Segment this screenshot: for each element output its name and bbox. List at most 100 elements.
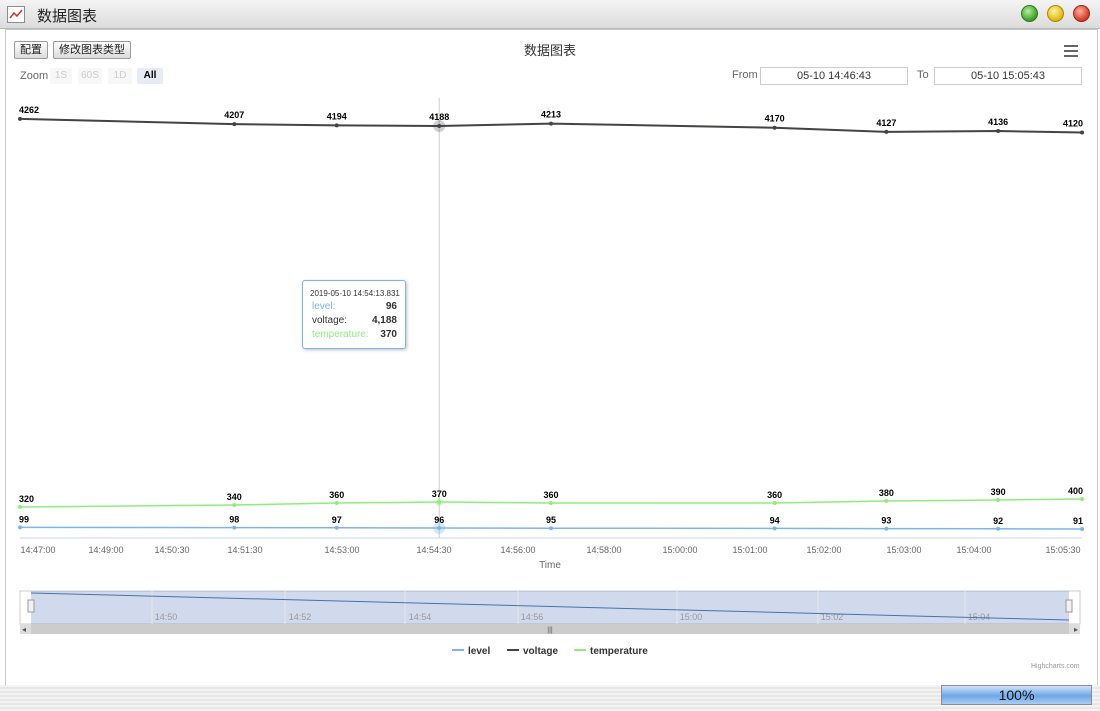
data-point-voltage (232, 122, 237, 127)
x-tick-label: 14:58:00 (586, 545, 621, 555)
x-tick-label: 15:05:30 (1045, 545, 1080, 555)
data-point-temperature (232, 503, 237, 507)
x-tick-label: 14:51:30 (227, 545, 262, 555)
tooltip-level-value: 96 (385, 301, 397, 312)
series-line-voltage (19, 117, 1083, 134)
scrollbar-grip-icon: ||| (547, 627, 553, 634)
x-tick-label: 15:04:00 (956, 545, 991, 555)
x-tick-label: 15:00:00 (662, 545, 697, 555)
tooltip: 2019-05-10 14:54:13.831 level: 96 voltag… (302, 280, 406, 349)
data-point-temperature (772, 501, 777, 505)
data-label-voltage: 4194 (327, 111, 347, 121)
x-tick-label: 15:03:00 (886, 545, 921, 555)
data-label-voltage: 4120 (1063, 119, 1083, 129)
data-point-level (772, 526, 777, 531)
legend-level-symbol (452, 649, 464, 652)
tooltip-temperature-value: 370 (380, 329, 397, 340)
data-point-level (1080, 527, 1084, 531)
data-label-level: 93 (881, 516, 891, 526)
navigator-tick-label: 14:50 (155, 612, 178, 622)
tooltip-voltage-value: 4,188 (371, 315, 397, 326)
data-label-level: 95 (546, 515, 556, 525)
x-tick-label: 14:56:00 (500, 545, 535, 555)
tooltip-temperature-name: temperature: (312, 329, 369, 340)
tooltip-level-name: level: (312, 301, 336, 312)
data-label-level: 91 (1073, 516, 1083, 526)
scroll-left-arrow-icon: ◂ (22, 625, 26, 634)
status-bar (0, 685, 1100, 711)
scroll-right-arrow-icon: ▸ (1074, 625, 1078, 634)
data-point-temperature (18, 505, 22, 509)
data-point-level (884, 526, 889, 531)
legend-item-temperature[interactable]: temperature (574, 646, 648, 657)
navigator-left-handle (27, 599, 35, 613)
navigator-tick-label: 15:00 (680, 612, 703, 622)
data-point-voltage (996, 129, 1001, 134)
data-point-temperature (334, 501, 339, 505)
data-point-temperature (549, 501, 553, 505)
navigator-right-handle (1065, 599, 1073, 613)
data-label-temperature: 360 (543, 490, 558, 500)
data-label-level: 94 (770, 515, 780, 525)
legend-voltage-label: voltage (523, 646, 559, 657)
data-point-level (232, 525, 237, 530)
data-point-level (334, 525, 339, 530)
credits[interactable]: Highcharts.com (1031, 663, 1080, 670)
legend-temperature-symbol (574, 649, 586, 652)
data-label-voltage: 4170 (765, 114, 785, 124)
data-label-voltage: 4127 (876, 118, 896, 128)
progress-text: 100% (998, 687, 1035, 703)
hover-marker-voltage (433, 120, 446, 132)
data-label-level: 99 (19, 514, 29, 524)
data-label-voltage: 4262 (19, 105, 39, 115)
data-label-temperature: 380 (879, 488, 894, 498)
data-point-voltage (772, 125, 777, 130)
legend-item-voltage[interactable]: voltage (507, 646, 558, 657)
navigator-mask (31, 591, 1069, 624)
data-point-voltage (18, 116, 22, 121)
data-label-temperature: 320 (19, 494, 34, 504)
data-point-temperature (884, 499, 889, 503)
line-chart: 14:47:00 14:49:00 14:50:30 14:51:30 14:53:00… (18, 98, 1084, 634)
hover-marker-level (433, 522, 446, 534)
navigator-tick-label: 14:56 (521, 612, 544, 622)
data-label-temperature: 340 (227, 492, 242, 502)
data-point-level (18, 525, 22, 530)
x-tick-label: 15:01:00 (732, 545, 767, 555)
data-point-level (996, 526, 1001, 531)
x-tick-label: 14:54:30 (416, 545, 451, 555)
data-label-temperature: 400 (1068, 486, 1083, 496)
data-label-temperature: 370 (432, 489, 447, 499)
data-point-voltage (884, 129, 889, 134)
data-label-level: 97 (332, 515, 342, 525)
legend-level-label: level (468, 646, 491, 657)
data-label-temperature: 360 (767, 490, 782, 500)
data-point-voltage (549, 121, 553, 126)
x-tick-label: 14:53:00 (324, 545, 359, 555)
tooltip-header: 2019-05-10 14:54:13.831 (310, 289, 400, 298)
data-point-voltage (1080, 130, 1084, 135)
data-point-level (549, 526, 553, 531)
hover-marker-temperature (435, 498, 444, 506)
data-label-voltage: 4136 (988, 117, 1008, 127)
x-tick-label: 15:02:00 (806, 545, 841, 555)
legend-voltage-symbol (507, 649, 519, 652)
data-point-temperature (996, 498, 1001, 502)
data-label-temperature: 360 (329, 490, 344, 500)
legend-item-level[interactable]: level (452, 646, 490, 657)
legend-temperature-label: temperature (590, 646, 648, 657)
data-label-level: 92 (993, 516, 1003, 526)
navigator-tick-label: 14:54 (409, 612, 432, 622)
data-label-temperature: 390 (991, 487, 1006, 497)
data-label-level: 98 (229, 515, 239, 525)
x-tick-label: 14:47:00 (20, 545, 55, 555)
x-tick-label: 14:49:00 (88, 545, 123, 555)
x-tick-label: 14:50:30 (154, 545, 189, 555)
tooltip-voltage-name: voltage: (312, 315, 348, 326)
data-point-temperature (1080, 497, 1084, 501)
data-label-voltage: 4213 (541, 110, 561, 120)
navigator-tick-label: 14:52 (289, 612, 312, 622)
progress-bar: 100% (941, 685, 1092, 705)
data-point-voltage (334, 123, 339, 128)
x-axis-title: Time (539, 560, 561, 571)
